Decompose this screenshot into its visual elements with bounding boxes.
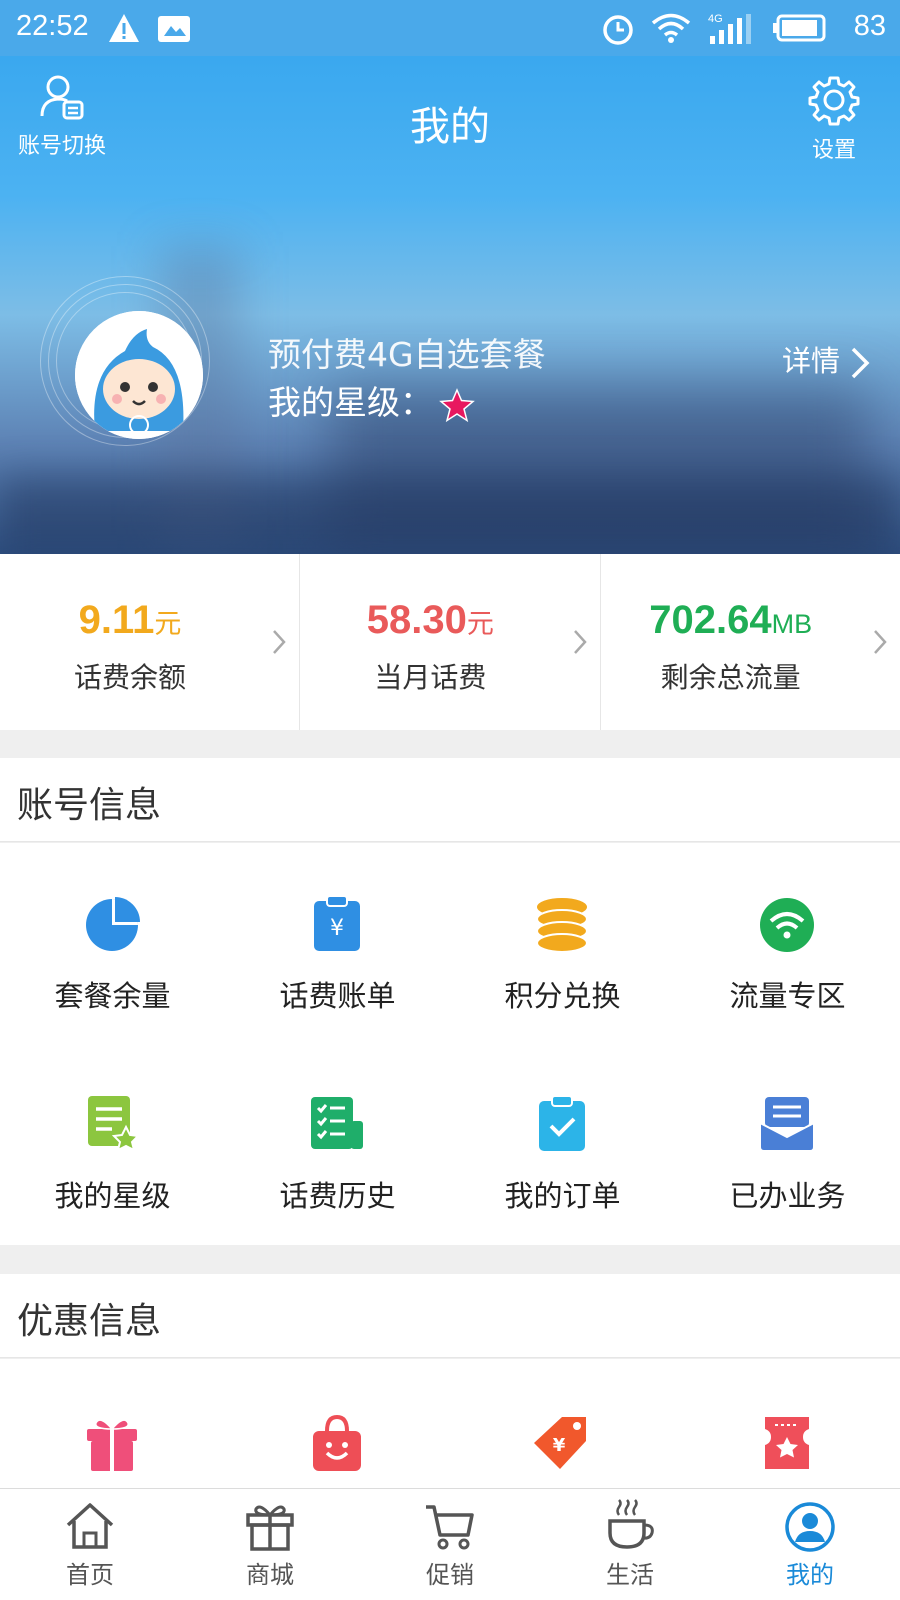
section-title: 账号信息 — [17, 785, 162, 826]
section-title: 优惠信息 — [17, 1301, 162, 1342]
wifi-icon — [760, 898, 814, 952]
gear-icon — [808, 76, 860, 126]
battery-level: 83 — [853, 10, 886, 42]
stat-data-remaining[interactable]: 702.64MB 剩余总流量 — [601, 554, 900, 730]
grid-item-completed-services[interactable]: 已办业务 — [675, 1093, 900, 1293]
stat-monthly-fee[interactable]: 58.30元 当月话费 — [300, 554, 601, 730]
promo-info-grid: ¥ — [0, 1359, 900, 1488]
star-level: 我的星级： — [268, 376, 475, 424]
gift-icon — [87, 1419, 137, 1471]
tab-mine[interactable]: 我的 — [720, 1489, 900, 1600]
background-blur — [0, 476, 900, 554]
settings-button[interactable]: 设置 — [794, 74, 874, 164]
coin-stack-icon — [536, 898, 588, 953]
stat-label: 剩余总流量 — [660, 661, 801, 694]
clipboard-check-icon — [539, 1095, 585, 1151]
profile-icon — [785, 1502, 835, 1552]
shopping-bag-icon — [313, 1414, 361, 1471]
details-label: 详情 — [781, 344, 840, 378]
coffee-icon — [608, 1499, 654, 1549]
mail-tray-icon — [759, 1097, 815, 1152]
warning-icon — [109, 14, 139, 42]
grid-item-label: 话费账单 — [279, 979, 396, 1013]
tab-label: 首页 — [66, 1561, 114, 1589]
signal-4g-icon: 4G — [708, 13, 751, 44]
grid-item-star-level[interactable]: 我的星级 — [0, 1093, 225, 1293]
star-level-label: 我的星级： — [268, 383, 433, 422]
status-time: 22:52 — [16, 10, 89, 42]
chevron-right-icon — [851, 347, 870, 379]
bottom-tab-bar: 首页 商城 促销 生活 我的 — [0, 1488, 900, 1600]
grid-item-label: 已办业务 — [729, 1179, 846, 1213]
grid-item-label: 我的星级 — [54, 1179, 171, 1213]
stat-value: 702.64MB — [649, 598, 813, 642]
promo-info-header: 优惠信息 — [0, 1274, 900, 1358]
grid-item-label: 积分兑换 — [504, 979, 621, 1013]
gift-box-icon — [246, 1505, 294, 1551]
page-title: 我的 — [410, 104, 490, 150]
home-icon — [66, 1503, 114, 1549]
tab-home[interactable]: 首页 — [0, 1489, 180, 1600]
wifi-status-icon — [651, 13, 691, 43]
grid-item-bill[interactable]: ¥ 话费账单 — [225, 893, 450, 1093]
details-link[interactable]: 详情 — [782, 338, 870, 380]
grid-item-orders[interactable]: 我的订单 — [450, 1093, 675, 1293]
profile-header: 账号切换 我的 设置 预付费4G自选套餐 我的星级： 详情 — [0, 56, 900, 554]
tab-label: 促销 — [426, 1561, 474, 1589]
mascot-icon — [75, 311, 203, 439]
grid-item-label: 话费历史 — [279, 1179, 396, 1213]
svg-text:¥: ¥ — [553, 1435, 566, 1456]
tab-label: 我的 — [786, 1561, 834, 1589]
tab-life[interactable]: 生活 — [540, 1489, 720, 1600]
pie-chart-icon — [86, 897, 140, 951]
cart-icon — [426, 1505, 474, 1550]
battery-icon — [773, 14, 826, 42]
chevron-right-icon — [874, 630, 887, 654]
clipboard-yuan-icon: ¥ — [314, 895, 360, 951]
price-tag-icon: ¥ — [534, 1417, 586, 1469]
alarm-icon — [603, 15, 633, 45]
svg-text:¥: ¥ — [330, 916, 344, 941]
stat-value: 9.11元 — [78, 598, 182, 642]
balance-summary: 9.11元 话费余额 58.30元 当月话费 702.64MB 剩余总流量 — [0, 554, 900, 730]
svg-text:4G: 4G — [708, 13, 723, 25]
grid-item-data-zone[interactable]: 流量专区 — [675, 893, 900, 1093]
stat-label: 当月话费 — [374, 661, 487, 694]
avatar-image — [75, 311, 203, 439]
image-notification-icon — [158, 16, 190, 42]
grid-item-plan-balance[interactable]: 套餐余量 — [0, 893, 225, 1093]
avatar[interactable] — [40, 276, 210, 446]
account-info-grid: 套餐余量 ¥ 话费账单 积分兑换 流量专区 我的星级 话费历史 我的订单 已办业… — [0, 843, 900, 1245]
checklist-icon — [311, 1097, 363, 1149]
settings-label: 设置 — [811, 138, 856, 163]
plan-name: 预付费4G自选套餐 — [268, 335, 546, 374]
chevron-right-icon — [573, 630, 587, 654]
stat-value: 58.30元 — [366, 598, 494, 642]
account-info-header: 账号信息 — [0, 758, 900, 842]
grid-item-label: 套餐余量 — [54, 979, 171, 1013]
ticket-star-icon — [765, 1417, 809, 1469]
grid-item-points[interactable]: 积分兑换 — [450, 893, 675, 1093]
star-document-icon — [88, 1096, 141, 1152]
star-icon — [439, 387, 475, 422]
chevron-right-icon — [273, 630, 287, 654]
grid-item-bill-history[interactable]: 话费历史 — [225, 1093, 450, 1293]
stat-balance[interactable]: 9.11元 话费余额 — [0, 554, 301, 730]
grid-item-label: 我的订单 — [504, 1179, 621, 1213]
tab-mall[interactable]: 商城 — [180, 1489, 360, 1600]
status-bar: 22:52 4G 83 — [0, 0, 900, 56]
stat-label: 话费余额 — [73, 661, 186, 694]
tab-promotions[interactable]: 促销 — [360, 1489, 540, 1600]
grid-item-label: 流量专区 — [729, 979, 846, 1013]
tab-label: 生活 — [606, 1561, 654, 1589]
tab-label: 商城 — [246, 1561, 294, 1589]
